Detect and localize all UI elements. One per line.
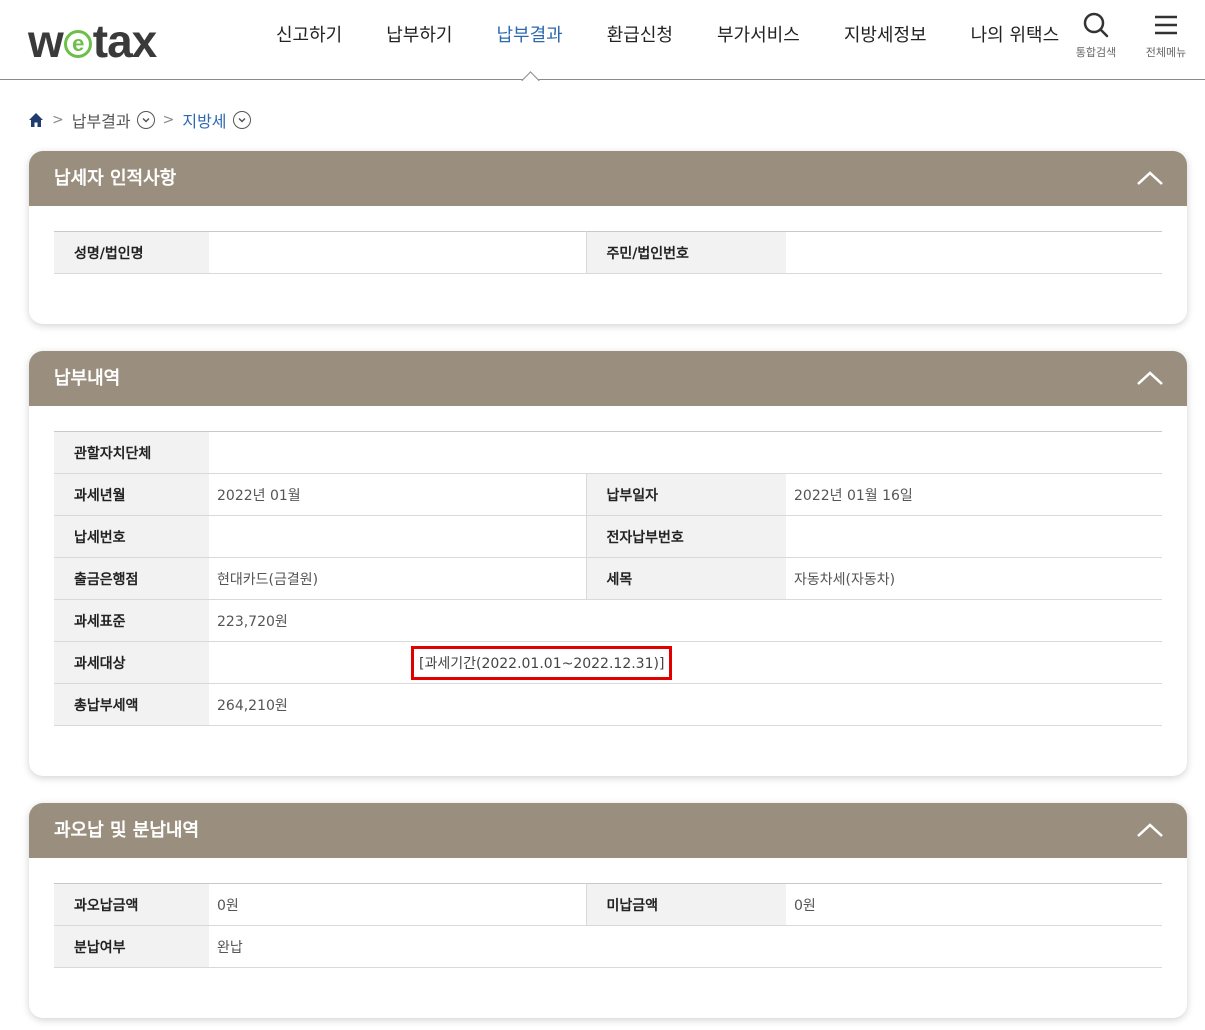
panel-header[interactable]: 과오납 및 분납내역: [29, 803, 1187, 858]
field-label: 관할자치단체: [54, 431, 209, 474]
field-label: 출금은행점: [54, 557, 209, 600]
field-value: 264,210원: [209, 683, 1162, 726]
panel-title: 납세자 인적사항: [54, 168, 177, 189]
field-value: 자동차세(자동차): [786, 557, 1162, 600]
field-value: 2022년 01월: [209, 473, 587, 516]
hamburger-icon: [1155, 15, 1177, 35]
chevron-down-icon[interactable]: [136, 111, 155, 129]
search-label: 통합검색: [1075, 46, 1117, 59]
logo-text-tax: tax: [92, 15, 157, 67]
table-row: 과오납금액 0원 미납금액 0원: [54, 883, 1162, 926]
field-label: 세목: [586, 557, 786, 600]
chevron-up-icon[interactable]: [1135, 168, 1165, 188]
field-value: 현대카드(금결원): [209, 557, 587, 600]
chevron-up-icon[interactable]: [1135, 368, 1165, 388]
home-icon[interactable]: [28, 112, 44, 128]
breadcrumb: > 납부결과 > 지방세: [28, 108, 251, 132]
nav-payment-result[interactable]: 납부결과: [475, 0, 585, 80]
table-row: 총납부세액 264,210원: [54, 683, 1162, 726]
chevron-up-icon[interactable]: [1135, 820, 1165, 840]
main-nav: 신고하기 납부하기 납부결과 환급신청 부가서비스 지방세정보 나의 위택스: [254, 0, 1081, 80]
breadcrumb-level1[interactable]: 납부결과: [72, 108, 131, 132]
field-label: 납부일자: [586, 473, 786, 516]
menu-label: 전체메뉴: [1145, 46, 1187, 59]
field-label: 총납부세액: [54, 683, 209, 726]
all-menu-button[interactable]: 전체메뉴: [1138, 12, 1194, 60]
field-label: 과세표준: [54, 599, 209, 642]
nav-local-tax-info[interactable]: 지방세정보: [822, 0, 949, 80]
field-value: [209, 231, 587, 274]
table-row: 성명/법인명 주민/법인번호: [54, 231, 1162, 274]
payment-details-panel: 납부내역 관할자치단체 과세년월 2022년 01월 납부일자 2022년 01…: [29, 351, 1187, 776]
payment-details-table: 관할자치단체 과세년월 2022년 01월 납부일자 2022년 01월 16일…: [54, 431, 1162, 726]
field-value: [과세기간(2022.01.01~2022.12.31)]: [209, 641, 1162, 684]
table-row: 과세년월 2022년 01월 납부일자 2022년 01월 16일: [54, 473, 1162, 516]
nav-my-wetax[interactable]: 나의 위택스: [949, 0, 1082, 80]
nav-extra-services[interactable]: 부가서비스: [695, 0, 822, 80]
field-label: 납세번호: [54, 515, 209, 558]
field-value: 완납: [209, 925, 1162, 968]
overpayment-table: 과오납금액 0원 미납금액 0원 분납여부 완납: [54, 883, 1162, 968]
field-value: [786, 231, 1162, 274]
table-row: 과세표준 223,720원: [54, 599, 1162, 642]
field-value: 223,720원: [209, 599, 1162, 642]
logo-e-circle: e: [63, 30, 92, 58]
taxpayer-info-panel: 납세자 인적사항 성명/법인명 주민/법인번호: [29, 151, 1187, 324]
overpayment-installment-panel: 과오납 및 분납내역 과오납금액 0원 미납금액 0원 분납여부 완납: [29, 803, 1187, 1018]
logo-text-w: w: [28, 15, 64, 67]
search-icon: [1083, 12, 1109, 38]
nav-report[interactable]: 신고하기: [254, 0, 364, 80]
wetax-logo[interactable]: w e tax: [28, 14, 157, 68]
site-header: w e tax 신고하기 납부하기 납부결과 환급신청 부가서비스 지방세정보 나의…: [0, 0, 1205, 80]
search-button[interactable]: 통합검색: [1068, 12, 1124, 60]
field-value: [209, 515, 587, 558]
table-row: 출금은행점 현대카드(금결원) 세목 자동차세(자동차): [54, 557, 1162, 600]
breadcrumb-level2[interactable]: 지방세: [182, 108, 226, 132]
chevron-down-icon[interactable]: [232, 111, 251, 129]
chevron-right-icon: >: [52, 112, 64, 128]
field-value: 0원: [786, 883, 1162, 926]
field-label: 미납금액: [586, 883, 786, 926]
field-label: 성명/법인명: [54, 231, 209, 274]
field-value: [786, 515, 1162, 558]
field-value: 0원: [209, 883, 587, 926]
table-row: 과세대상 [과세기간(2022.01.01~2022.12.31)]: [54, 641, 1162, 684]
panel-header[interactable]: 납부내역: [29, 351, 1187, 406]
panel-title: 납부내역: [54, 368, 121, 389]
field-label: 과오납금액: [54, 883, 209, 926]
tax-period-highlight: [과세기간(2022.01.01~2022.12.31)]: [411, 645, 673, 680]
field-label: 분납여부: [54, 925, 209, 968]
table-row: 분납여부 완납: [54, 925, 1162, 968]
field-label: 주민/법인번호: [586, 231, 786, 274]
nav-refund[interactable]: 환급신청: [585, 0, 695, 80]
field-label: 과세년월: [54, 473, 209, 516]
taxpayer-info-table: 성명/법인명 주민/법인번호: [54, 231, 1162, 274]
panel-header[interactable]: 납세자 인적사항: [29, 151, 1187, 206]
chevron-right-icon: >: [162, 112, 175, 128]
field-value: [209, 431, 1162, 474]
field-label: 전자납부번호: [586, 515, 786, 558]
panel-title: 과오납 및 분납내역: [54, 820, 200, 841]
field-value: 2022년 01월 16일: [786, 473, 1162, 516]
table-row: 관할자치단체: [54, 431, 1162, 474]
table-row: 납세번호 전자납부번호: [54, 515, 1162, 558]
field-label: 과세대상: [54, 641, 209, 684]
nav-payment[interactable]: 납부하기: [364, 0, 474, 80]
